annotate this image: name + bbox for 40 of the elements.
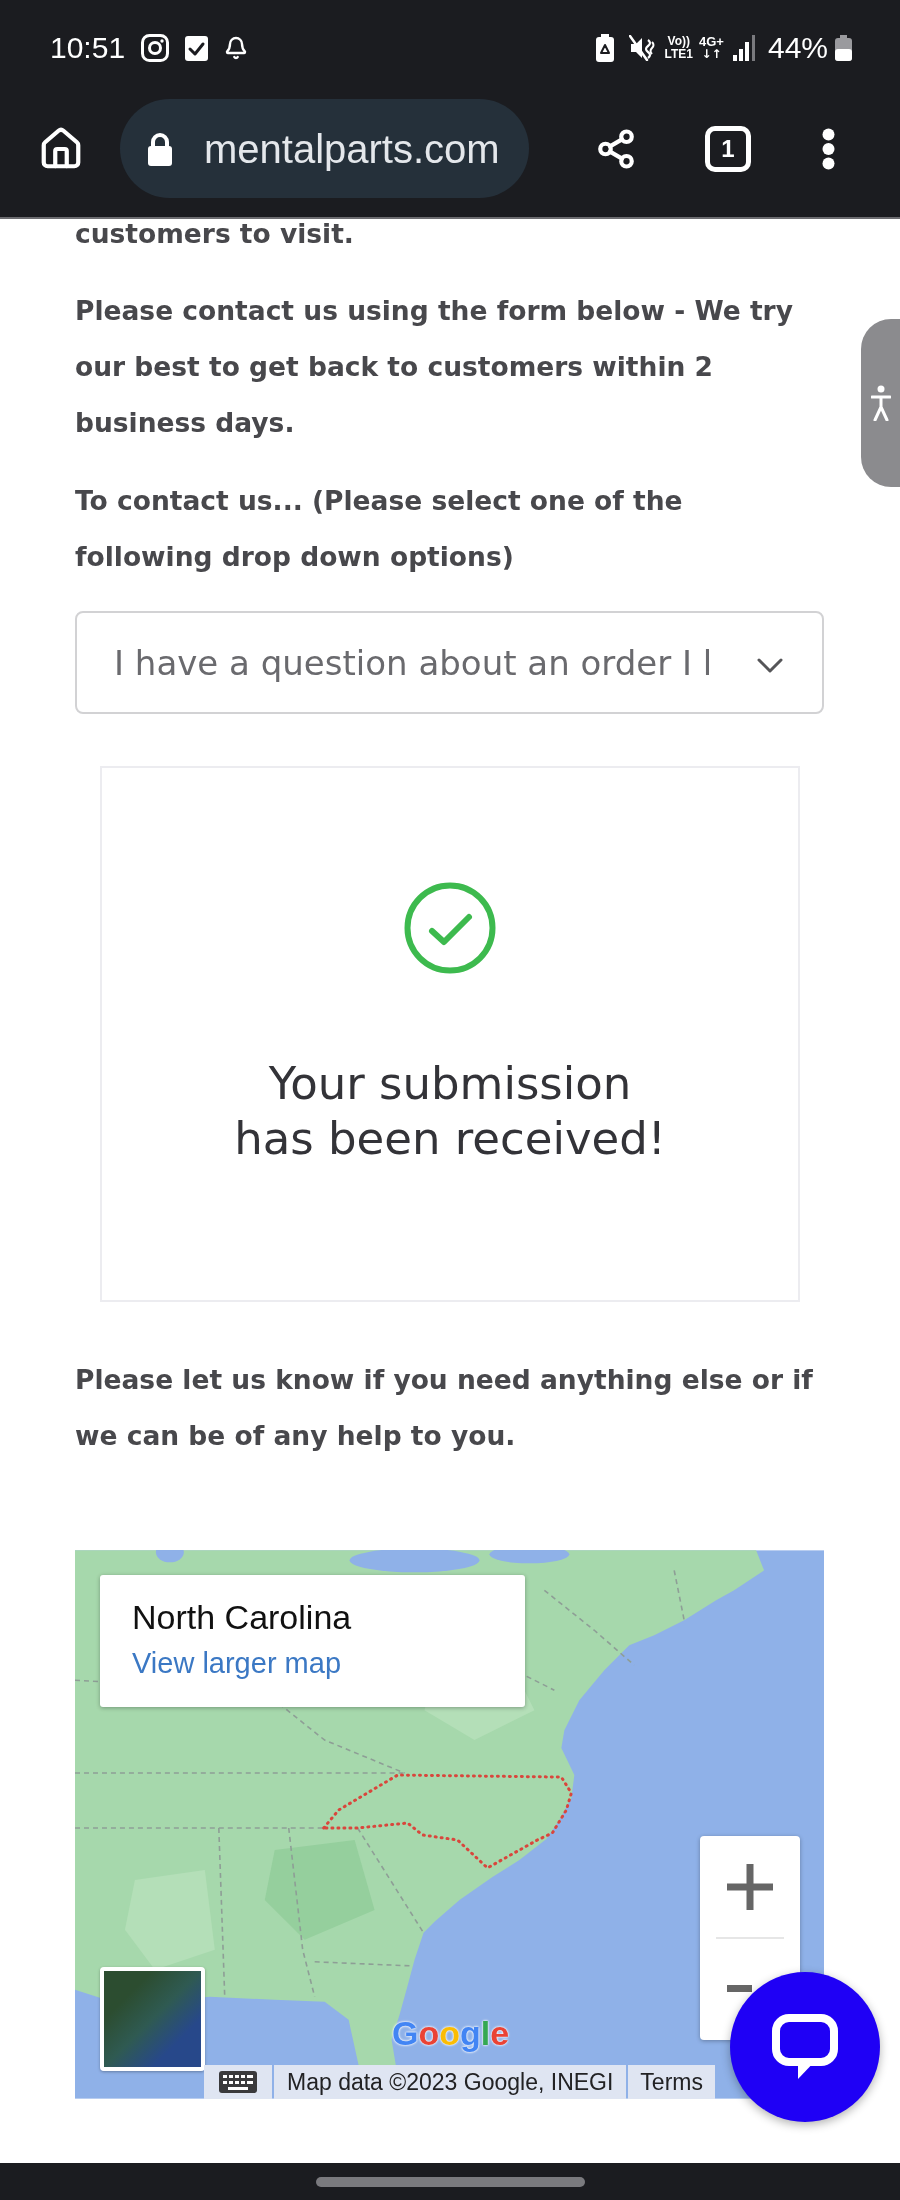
- home-indicator[interactable]: [315, 2176, 585, 2187]
- confirmation-message: Your submission has been received!: [233, 1056, 667, 1166]
- satellite-view-button[interactable]: [100, 1967, 205, 2071]
- select-prompt: To contact us... (Please select one of the following drop down options): [75, 484, 684, 574]
- chat-bubble-icon: [772, 2014, 838, 2080]
- battery-icon: [834, 35, 853, 61]
- contact-instructions: Please contact us using the form below - We try our best to get back to customers within 2 business days.: [75, 294, 794, 440]
- google-logo: Google: [392, 2013, 510, 2053]
- accessibility-icon: [870, 385, 891, 421]
- more-options-icon[interactable]: [822, 127, 835, 170]
- map-data-attribution: Map data ©2023 Google, INEGI: [274, 2065, 627, 2099]
- chat-button[interactable]: [730, 1972, 880, 2122]
- terms-link[interactable]: Terms: [628, 2065, 715, 2099]
- tab-switcher-button[interactable]: 1: [705, 125, 751, 172]
- camera-icon: [141, 34, 170, 62]
- signal-icon: [732, 35, 756, 61]
- chevron-down-icon: [757, 658, 783, 673]
- check-circle-icon: [404, 882, 496, 974]
- topic-select[interactable]: I have a question about an order I l: [75, 611, 824, 714]
- address-bar[interactable]: mentalparts.com: [120, 99, 529, 198]
- closing-note: Please let us know if you need anything else or if we can be of any help to you.: [75, 1363, 814, 1453]
- battery-percentage: 44%: [767, 33, 828, 63]
- mute-icon: [628, 35, 656, 61]
- place-name: North Carolina: [132, 1597, 352, 1637]
- data-activity-arrows: ↓↑: [701, 48, 722, 61]
- bell-icon: [224, 36, 249, 60]
- clock-time: 10:51: [50, 33, 126, 63]
- checkbox-icon: [185, 35, 209, 61]
- minus-icon: [727, 1985, 752, 1992]
- plus-icon: [727, 1863, 773, 1910]
- keyboard-icon: [219, 2071, 257, 2093]
- keyboard-shortcuts-button[interactable]: [204, 2065, 272, 2099]
- share-icon[interactable]: [595, 127, 637, 170]
- lock-icon: [146, 131, 174, 166]
- battery-status-icon: [595, 34, 614, 62]
- network-type-label: 4G+: [699, 35, 724, 48]
- volte-indicator: Vo)) LTE1: [664, 35, 693, 61]
- intro-text-end: customers to visit.: [75, 219, 355, 249]
- view-larger-map-link[interactable]: View larger map: [132, 1645, 341, 1681]
- accessibility-tab[interactable]: [861, 319, 900, 487]
